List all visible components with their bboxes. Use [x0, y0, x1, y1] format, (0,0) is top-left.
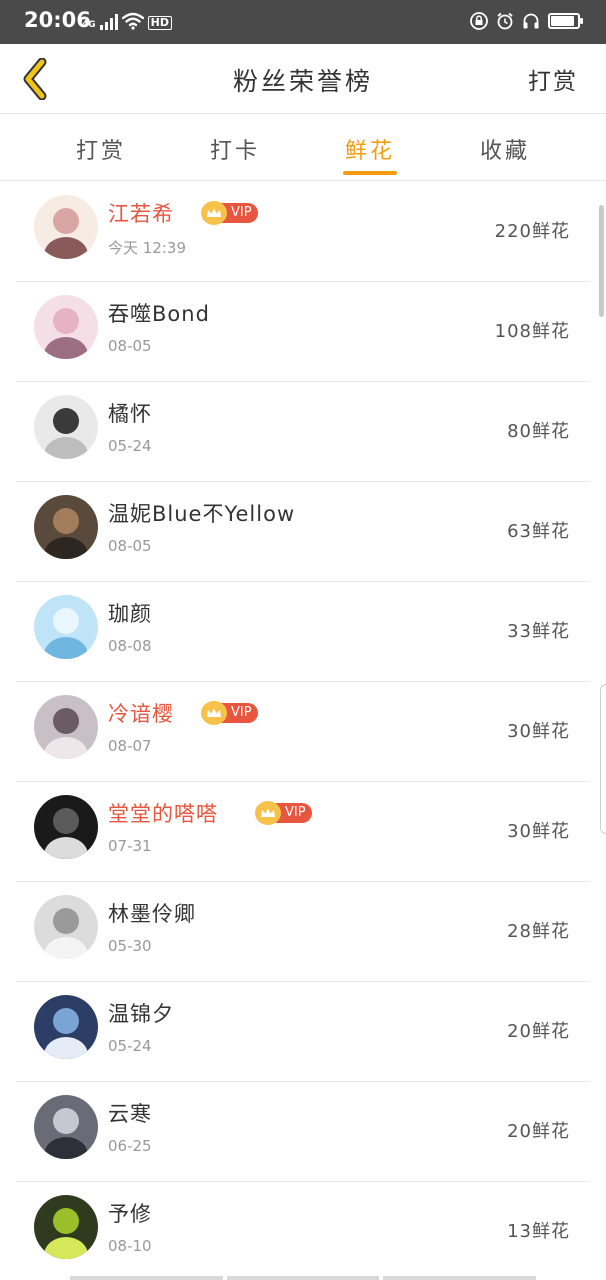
- fan-row[interactable]: 吞噬Bond 08-05 108鲜花: [0, 282, 606, 382]
- fan-name[interactable]: 冷谙樱: [108, 698, 174, 728]
- header: 粉丝荣誉榜 打赏: [0, 44, 606, 114]
- fan-row[interactable]: 温妮Blue不Yellow 08-05 63鲜花: [0, 482, 606, 582]
- fan-date: 今天 12:39: [108, 239, 186, 257]
- avatar[interactable]: [34, 295, 98, 359]
- tab-flowers[interactable]: 鲜花: [325, 133, 415, 165]
- vip-badge: VIP: [201, 701, 258, 725]
- flower-count: 28鲜花: [507, 921, 570, 942]
- chevron-left-icon: [23, 58, 47, 100]
- tab-bar: 打赏 打卡 鲜花 收藏: [0, 115, 606, 181]
- fan-name[interactable]: 温妮Blue不Yellow: [108, 498, 295, 528]
- fan-name[interactable]: 云寒: [108, 1098, 152, 1128]
- fan-name[interactable]: 堂堂的嗒嗒: [108, 798, 218, 828]
- fan-row[interactable]: 堂堂的嗒嗒 VIP 07-31 30鲜花: [0, 782, 606, 882]
- fan-name[interactable]: 温锦夕: [108, 998, 174, 1028]
- fan-date: 05-24: [108, 437, 152, 455]
- fan-date: 08-08: [108, 637, 152, 655]
- fan-date: 06-25: [108, 1137, 152, 1155]
- avatar[interactable]: [34, 1195, 98, 1259]
- back-button[interactable]: [10, 54, 60, 104]
- flower-count: 108鲜花: [494, 321, 570, 342]
- fan-date: 08-05: [108, 537, 152, 555]
- vip-badge: VIP: [201, 201, 258, 225]
- scrollbar[interactable]: [599, 205, 604, 317]
- fan-date: 08-10: [108, 1237, 152, 1255]
- flower-count: 30鲜花: [507, 821, 570, 842]
- battery-fill: [551, 16, 575, 26]
- fan-date: 08-07: [108, 737, 152, 755]
- fan-row[interactable]: 珈颜 08-08 33鲜花: [0, 582, 606, 682]
- avatar[interactable]: [34, 395, 98, 459]
- flower-count: 63鲜花: [507, 521, 570, 542]
- crown-icon: [255, 801, 281, 825]
- signal-icon: [99, 14, 118, 30]
- fan-row[interactable]: 林墨伶卿 05-30 28鲜花: [0, 882, 606, 982]
- tab-reward[interactable]: 打赏: [56, 133, 146, 165]
- fan-name[interactable]: 橘怀: [108, 398, 152, 428]
- vip-badge: VIP: [255, 801, 312, 825]
- fan-name[interactable]: 吞噬Bond: [108, 298, 210, 328]
- status-bar: 20:06 4G HD: [0, 0, 606, 44]
- avatar[interactable]: [34, 995, 98, 1059]
- fan-row[interactable]: 予修 08-10 13鲜花: [0, 1182, 606, 1280]
- fan-name[interactable]: 珈颜: [108, 598, 152, 628]
- flower-count: 13鲜花: [507, 1221, 570, 1242]
- tab-favorites[interactable]: 收藏: [460, 133, 550, 165]
- avatar[interactable]: [34, 1095, 98, 1159]
- status-time: 20:06: [24, 8, 91, 32]
- avatar[interactable]: [34, 695, 98, 759]
- status-right-icons: [470, 12, 583, 30]
- tab-checkin[interactable]: 打卡: [190, 133, 280, 165]
- fan-date: 08-05: [108, 337, 152, 355]
- fan-row[interactable]: 橘怀 05-24 80鲜花: [0, 382, 606, 482]
- reward-button[interactable]: 打赏: [528, 62, 578, 96]
- fan-row[interactable]: 云寒 06-25 20鲜花: [0, 1082, 606, 1182]
- flower-count: 80鲜花: [507, 421, 570, 442]
- battery-icon: [548, 13, 583, 29]
- crown-icon: [201, 201, 227, 225]
- fan-date: 05-24: [108, 1037, 152, 1055]
- headphones-icon: [523, 13, 539, 29]
- flower-count: 20鲜花: [507, 1121, 570, 1142]
- fan-date: 07-31: [108, 837, 152, 855]
- fan-row[interactable]: 冷谙樱 VIP 08-07 30鲜花: [0, 682, 606, 782]
- page-title: 粉丝荣誉榜: [232, 67, 373, 96]
- alarm-icon: [497, 12, 513, 30]
- fan-row[interactable]: 江若希 VIP 今天 12:39 220鲜花: [0, 182, 606, 282]
- avatar[interactable]: [34, 895, 98, 959]
- bottom-strip: [70, 1276, 537, 1280]
- flower-count: 20鲜花: [507, 1021, 570, 1042]
- status-left-icons: 4G HD: [82, 12, 172, 30]
- avatar[interactable]: [34, 595, 98, 659]
- fan-name[interactable]: 林墨伶卿: [108, 898, 196, 928]
- active-tab-indicator: [343, 171, 397, 175]
- avatar[interactable]: [34, 495, 98, 559]
- hd-label: HD: [147, 16, 172, 30]
- flower-count: 33鲜花: [507, 621, 570, 642]
- fan-name[interactable]: 江若希: [108, 198, 174, 228]
- flower-count: 220鲜花: [494, 221, 570, 242]
- crown-icon: [201, 701, 227, 725]
- flower-count: 30鲜花: [507, 721, 570, 742]
- avatar[interactable]: [34, 195, 98, 259]
- avatar[interactable]: [34, 795, 98, 859]
- lock-icon: [470, 12, 488, 30]
- fan-name[interactable]: 予修: [108, 1198, 152, 1228]
- network-type-label: 4G: [82, 20, 96, 30]
- edge-handle[interactable]: [600, 684, 606, 834]
- fan-list[interactable]: 江若希 VIP 今天 12:39 220鲜花吞噬Bond 08-05 108鲜花橘怀 05-…: [0, 182, 606, 1280]
- wifi-icon: [121, 12, 144, 30]
- fan-date: 05-30: [108, 937, 152, 955]
- fan-row[interactable]: 温锦夕 05-24 20鲜花: [0, 982, 606, 1082]
